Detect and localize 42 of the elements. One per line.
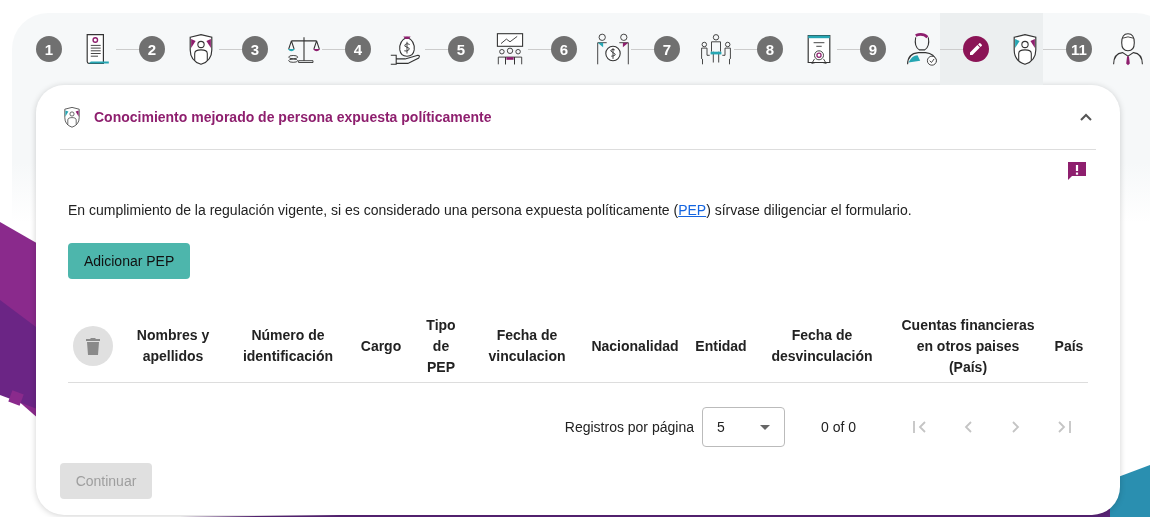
step-number[interactable]: 11: [1066, 36, 1092, 62]
page-range: 0 of 0: [820, 419, 856, 435]
step-number[interactable]: 6: [551, 36, 577, 62]
rows-per-page-label: Registros por página: [564, 419, 694, 435]
chevron-right-icon: [1012, 421, 1020, 433]
column-header: Entidad: [694, 336, 748, 356]
column-header: País: [1053, 336, 1085, 356]
column-header: Número de identificación: [241, 326, 335, 366]
column-header: Nombres y apellidos: [135, 326, 211, 366]
step-number[interactable]: 1: [36, 36, 62, 62]
add-pep-button[interactable]: Adicionar PEP: [68, 243, 191, 279]
column-header: Cuentas financieras en otros paises (País): [900, 315, 1036, 377]
businessman-icon: [1110, 31, 1146, 67]
trash-icon: [86, 337, 100, 355]
step-number[interactable]: 2: [139, 36, 165, 62]
last-page-icon: [1057, 421, 1071, 433]
delete-button[interactable]: [73, 326, 113, 366]
step-number[interactable]: 7: [654, 36, 680, 62]
column-header: Cargo: [359, 336, 403, 356]
intro-paragraph: En cumplimiento de la regulación vigente, si es considerado una persona expuesta políticamente (PEP) sírvase diligenciar el formulario.: [68, 202, 913, 218]
section-title: Conocimiento mejorado de persona expuesta políticamente: [94, 109, 493, 125]
rows-per-page-select[interactable]: 5: [701, 407, 785, 447]
step-number[interactable]: 5: [448, 36, 474, 62]
first-page-icon: [913, 421, 927, 433]
chevron-left-icon: [964, 421, 972, 433]
column-header: Fecha de vinculacion: [487, 326, 567, 366]
meeting-icon: [698, 31, 734, 67]
pep-link[interactable]: PEP: [678, 202, 707, 218]
column-header: Tipo de PEP: [425, 315, 457, 377]
step-number[interactable]: 9: [860, 36, 886, 62]
step-number[interactable]: 8: [757, 36, 783, 62]
edit-step[interactable]: [963, 36, 989, 62]
column-header: Fecha de desvinculación: [770, 326, 874, 366]
alert-message-icon: [1066, 160, 1088, 182]
chevron-up-icon: [1080, 113, 1092, 121]
pencil-icon: [969, 42, 983, 56]
people-exchange-icon: [595, 31, 631, 67]
column-header: Nacionalidad: [590, 336, 680, 356]
step-number[interactable]: 4: [345, 36, 371, 62]
dropdown-caret-icon: [759, 424, 770, 430]
person-check-icon: [904, 31, 940, 67]
step-number[interactable]: 3: [242, 36, 268, 62]
